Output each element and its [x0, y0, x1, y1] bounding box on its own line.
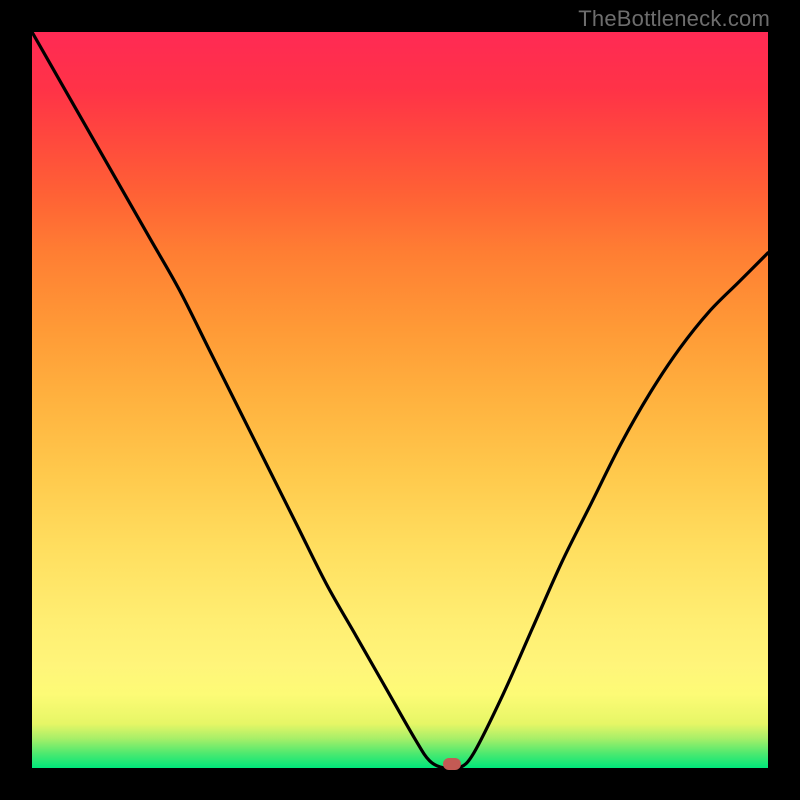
- plot-area: [32, 32, 768, 768]
- chart-frame: TheBottleneck.com: [0, 0, 800, 800]
- optimal-point-marker: [443, 758, 461, 770]
- watermark-text: TheBottleneck.com: [578, 6, 770, 32]
- bottleneck-curve: [32, 32, 768, 768]
